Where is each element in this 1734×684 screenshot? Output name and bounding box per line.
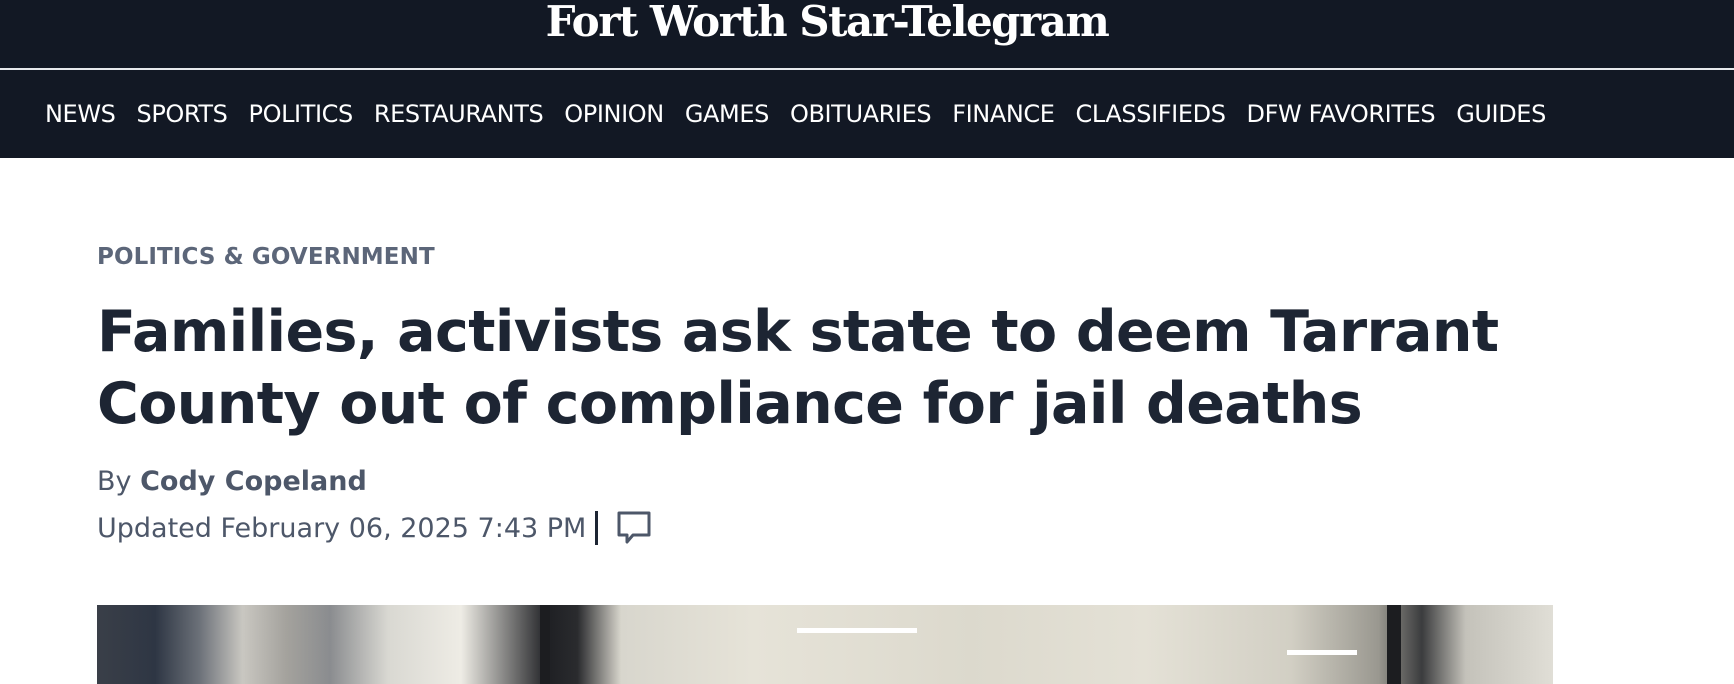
primary-nav: NEWS SPORTS POLITICS RESTAURANTS OPINION… [0, 70, 1734, 158]
speech-bubble-icon[interactable] [614, 508, 654, 548]
nav-item-politics[interactable]: POLITICS [249, 100, 354, 128]
article-headline: Families, activists ask state to deem Ta… [97, 299, 1499, 437]
updated-timestamp: Updated February 06, 2025 7:43 PM [97, 512, 587, 544]
nav-item-restaurants[interactable]: RESTAURANTS [374, 100, 544, 128]
masthead: Fort Worth Star-Telegram [0, 0, 1734, 68]
nav-item-classifieds[interactable]: CLASSIFIEDS [1076, 100, 1226, 128]
nav-item-dfw-favorites[interactable]: DFW FAVORITES [1247, 100, 1436, 128]
photo-detail [1287, 650, 1357, 655]
nav-item-opinion[interactable]: OPINION [564, 100, 664, 128]
nav-item-guides[interactable]: GUIDES [1456, 100, 1546, 128]
photo-detail [797, 628, 917, 633]
site-logo[interactable]: Fort Worth Star-Telegram [546, 0, 1110, 44]
photo-detail [1387, 605, 1401, 684]
nav-item-finance[interactable]: FINANCE [952, 100, 1055, 128]
section-label[interactable]: POLITICS & GOVERNMENT [97, 244, 435, 270]
dateline-separator [595, 511, 599, 545]
nav-item-games[interactable]: GAMES [685, 100, 770, 128]
nav-item-news[interactable]: NEWS [45, 100, 116, 128]
dateline: Updated February 06, 2025 7:43 PM [97, 508, 654, 548]
byline-prefix: By [97, 466, 132, 497]
byline: By Cody Copeland [97, 466, 367, 497]
nav-item-obituaries[interactable]: OBITUARIES [790, 100, 932, 128]
author-link[interactable]: Cody Copeland [140, 466, 367, 497]
photo-detail [540, 605, 550, 684]
lead-photo [97, 605, 1553, 684]
nav-item-sports[interactable]: SPORTS [136, 100, 227, 128]
